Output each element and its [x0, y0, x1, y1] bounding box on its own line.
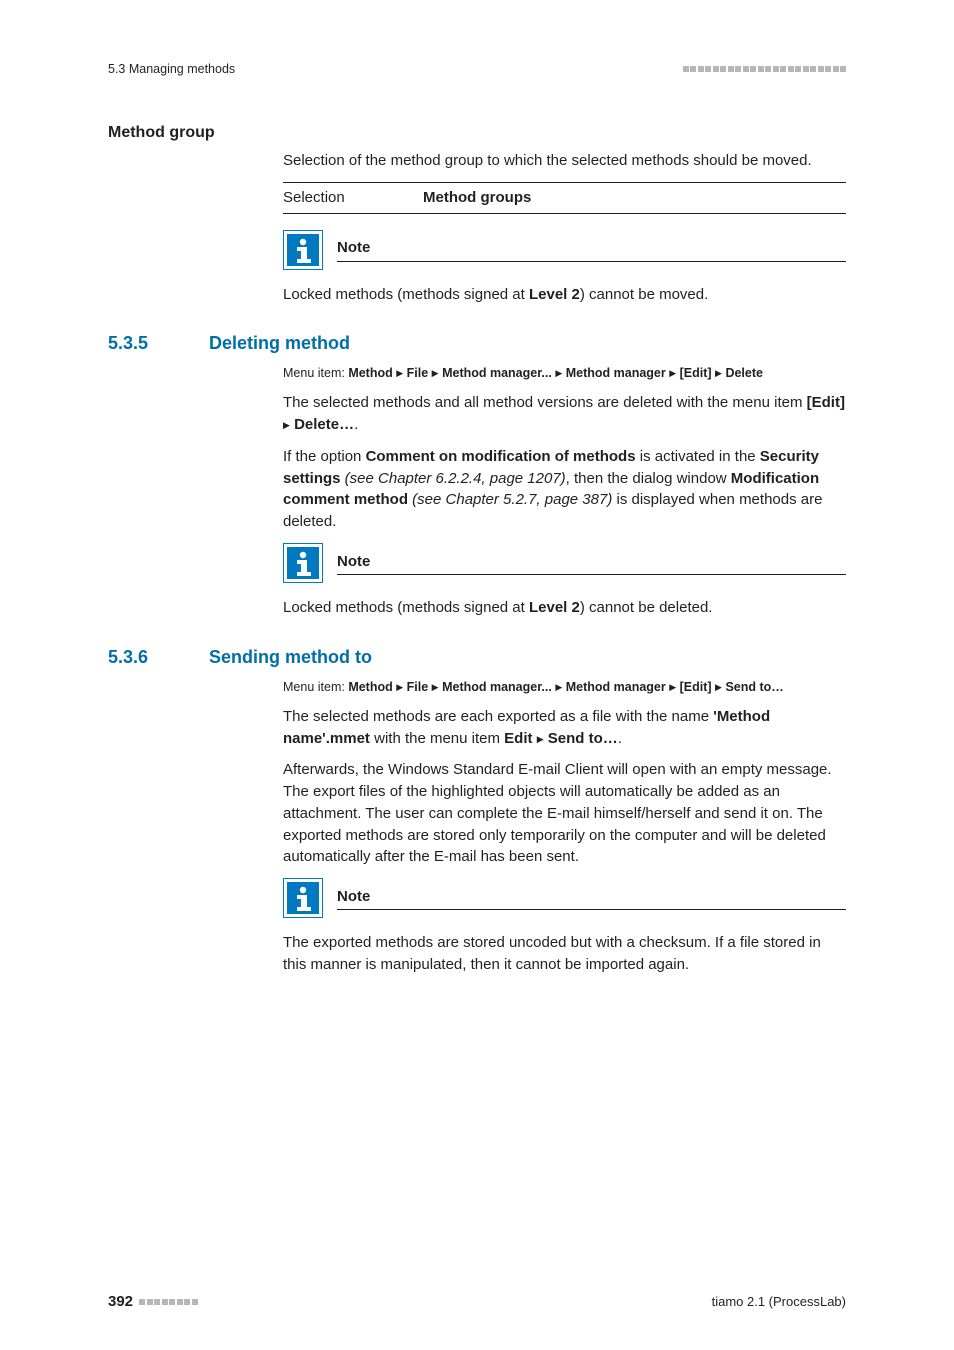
note-label: Note	[337, 237, 846, 262]
decor-squares-bottom	[139, 1299, 198, 1305]
note-body-536: The exported methods are stored uncoded …	[283, 932, 846, 976]
page-header: 5.3 Managing methods	[108, 62, 846, 76]
note-box-536: Note The exported methods are stored unc…	[283, 878, 846, 976]
section-535-num: 5.3.5	[108, 333, 173, 354]
note-label: Note	[337, 886, 846, 911]
selection-table: Selection Method groups	[283, 182, 846, 214]
section-535-title: Deleting method	[209, 333, 350, 354]
method-group-heading: Method group	[108, 124, 846, 142]
note-box-535: Note Locked methods (methods signed at L…	[283, 543, 846, 619]
info-icon	[283, 878, 323, 918]
selection-value: Method groups	[423, 182, 846, 213]
sect536-p1: The selected methods are each exported a…	[283, 706, 846, 750]
footer-right: tiamo 2.1 (ProcessLab)	[712, 1294, 846, 1309]
note-label: Note	[337, 551, 846, 576]
page-number: 392	[108, 1293, 133, 1310]
menu-path-536: Menu item: Method ▶ File ▶ Method manage…	[283, 678, 846, 696]
section-536-heading: 5.3.6 Sending method to	[108, 647, 846, 668]
page-footer: 392 tiamo 2.1 (ProcessLab)	[108, 1293, 846, 1310]
info-icon	[283, 543, 323, 583]
info-icon	[283, 230, 323, 270]
sect536-p2: Afterwards, the Windows Standard E-mail …	[283, 759, 846, 868]
decor-squares-top	[683, 66, 847, 72]
section-535-heading: 5.3.5 Deleting method	[108, 333, 846, 354]
note-box-method-group: Note Locked methods (methods signed at L…	[283, 230, 846, 306]
section-536-num: 5.3.6	[108, 647, 173, 668]
sect535-p2: If the option Comment on modification of…	[283, 446, 846, 533]
note-body-535: Locked methods (methods signed at Level …	[283, 597, 846, 619]
header-section-label: 5.3 Managing methods	[108, 62, 235, 76]
note-body-method-group: Locked methods (methods signed at Level …	[283, 284, 846, 306]
section-536-title: Sending method to	[209, 647, 372, 668]
sect535-p1: The selected methods and all method vers…	[283, 392, 846, 436]
method-group-intro: Selection of the method group to which t…	[283, 150, 846, 172]
menu-path-535: Menu item: Method ▶ File ▶ Method manage…	[283, 364, 846, 382]
selection-label: Selection	[283, 182, 423, 213]
